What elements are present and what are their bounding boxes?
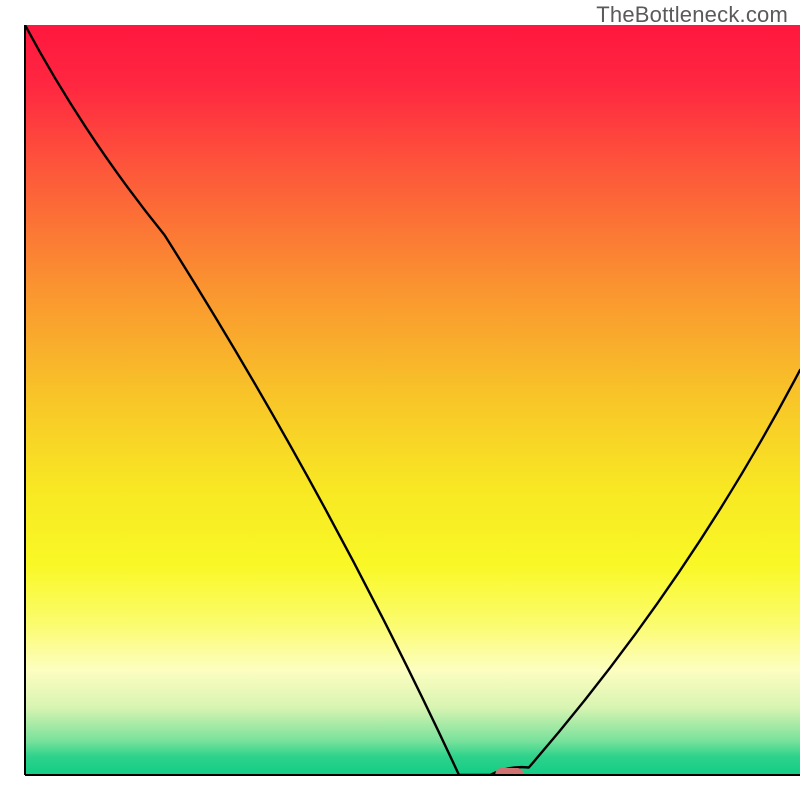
watermark-text: TheBottleneck.com — [596, 2, 788, 28]
chart-frame: TheBottleneck.com — [0, 0, 800, 800]
bottleneck-chart — [0, 0, 800, 800]
gradient-background — [25, 25, 800, 775]
